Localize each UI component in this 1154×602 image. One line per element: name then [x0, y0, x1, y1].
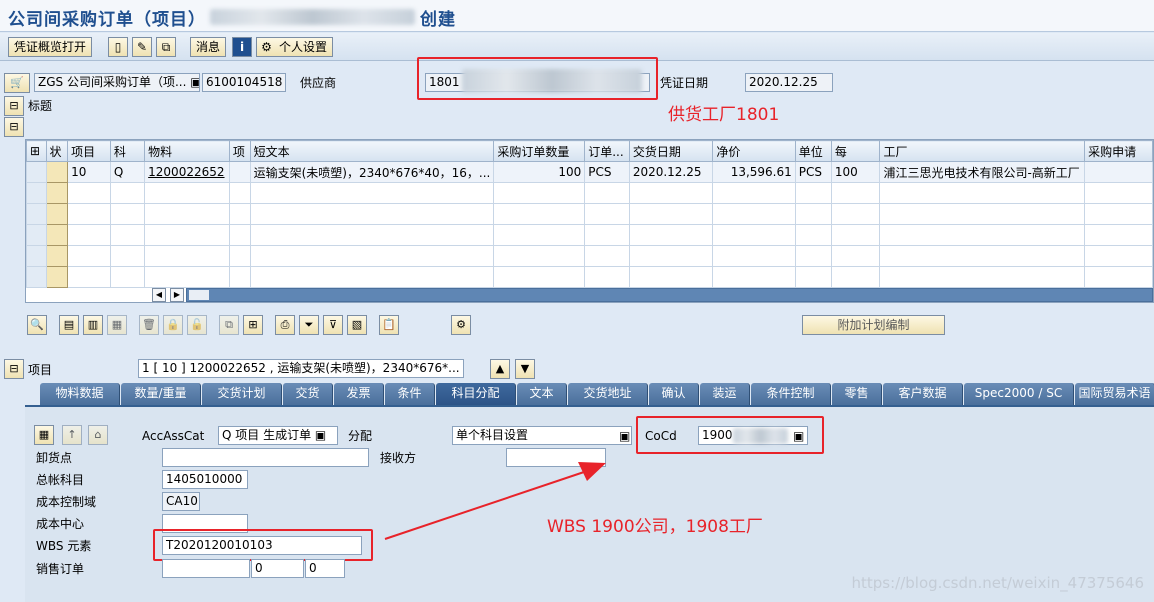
watermark: https://blog.csdn.net/weixin_47375646	[851, 574, 1144, 592]
arrow-head	[578, 462, 606, 481]
wbs-annotation: WBS 1900公司，1908工厂	[547, 517, 763, 537]
